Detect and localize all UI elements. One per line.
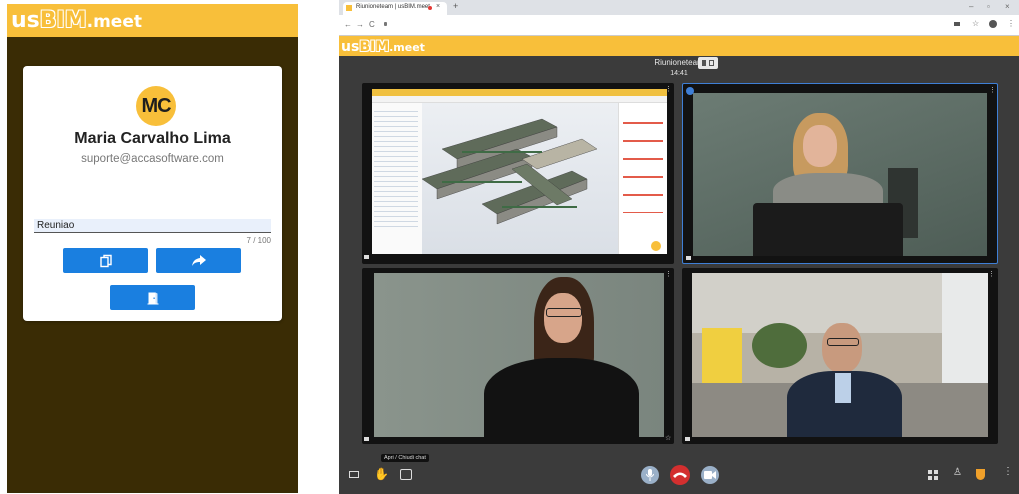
camera-icon [686,256,691,260]
camera-icon [364,437,369,441]
tab-title: Riunioneteam | usBIM.meet [356,4,430,10]
camera-icon [364,255,369,259]
more-options-icon[interactable]: ⋮ [1003,466,1013,477]
lock-icon [384,22,387,26]
profile-icon[interactable] [989,20,997,28]
share-icon [191,254,206,266]
speaker-indicator-icon [686,87,694,95]
screen-share-icon[interactable] [349,471,359,478]
star-icon: ☆ [665,435,672,442]
room-name-value: Reuniao [37,220,75,231]
meeting-title: Riunioneteam [654,58,704,67]
user-email: suporte@accasoftware.com [81,153,224,165]
app-logo: usBIM.meet [11,8,142,33]
avatar: MC [136,86,176,126]
share-button[interactable] [156,248,241,273]
close-window-icon[interactable]: × [1005,2,1010,11]
room-name-input[interactable]: Reuniao [34,219,271,233]
meeting-header: usBIM.meet [339,36,1019,56]
close-tab-icon[interactable]: × [436,3,440,10]
security-shield-icon[interactable] [976,469,985,480]
copy-icon [99,254,112,267]
user-card: MC Maria Carvalho Lima suporte@accasoftw… [23,66,282,321]
tab-bar: Riunioneteam | usBIM.meet × + – ▫ × [339,0,1019,15]
meeting-toolbar: ✋ ♙ ⋮ [339,462,1019,494]
tile-menu-icon[interactable]: ⋮ [665,270,672,278]
copy-link-button[interactable] [63,248,148,273]
reload-icon[interactable]: C [369,20,375,29]
lock-icon [709,60,714,66]
new-tab-icon[interactable]: + [453,1,458,11]
room-char-counter: 7 / 100 [246,236,271,245]
tile-menu-icon[interactable]: ⋮ [665,85,672,93]
enter-room-button[interactable] [110,285,195,310]
person-icon [702,60,706,66]
recording-icon [428,6,432,10]
browser-window: Riunioneteam | usBIM.meet × + – ▫ × ← → … [339,0,1019,494]
video-tile-participant-2[interactable]: ⋮ ☆ [362,268,674,444]
tile-menu-icon[interactable]: ⋮ [988,270,995,278]
video-tile-participant-1[interactable]: ⋮ [682,83,998,264]
participants-badge[interactable] [698,57,718,69]
participant-video [692,273,988,437]
camera-icon [685,437,690,441]
camera-permission-icon[interactable] [954,22,960,26]
raise-hand-icon[interactable]: ✋ [374,467,389,481]
url-field[interactable] [384,20,944,30]
participant-video [693,93,987,256]
favicon-icon [346,5,352,11]
chat-icon[interactable] [400,469,412,480]
shared-screen [372,89,667,254]
app-header: usBIM.meet [7,4,298,37]
back-icon[interactable]: ← [344,20,352,29]
browser-menu-icon[interactable]: ⋮ [1007,19,1015,28]
tile-menu-icon[interactable]: ⋮ [989,86,996,94]
door-icon [147,292,158,304]
video-camera-icon [704,471,716,479]
chat-tooltip: Apri / Chiudi chat [381,454,429,462]
meeting-time: 14:41 [670,70,688,77]
meeting-logo: usBIM.meet [341,39,425,55]
login-panel: usBIM.meet MC Maria Carvalho Lima suport… [7,4,298,493]
forward-icon[interactable]: → [356,20,364,29]
minimize-icon[interactable]: – [969,2,973,11]
microphone-icon [646,469,654,481]
bim-model [422,118,598,225]
microphone-button[interactable] [641,466,659,484]
maximize-icon[interactable]: ▫ [987,2,990,11]
address-bar: ← → C ☆ ⋮ [339,15,1019,36]
bookmark-star-icon[interactable]: ☆ [972,19,979,28]
user-name: Maria Carvalho Lima [74,130,231,147]
browser-tab[interactable]: Riunioneteam | usBIM.meet × [343,2,447,15]
camera-button[interactable] [701,466,719,484]
participant-video [374,273,664,437]
video-tile-participant-3[interactable]: ⋮ [682,268,998,444]
video-tile-screen-share[interactable]: ⋮ [362,83,674,264]
hang-up-icon [673,472,687,478]
tile-view-icon[interactable] [928,470,938,480]
participants-icon[interactable]: ♙ [953,467,962,478]
hang-up-button[interactable] [670,465,690,485]
